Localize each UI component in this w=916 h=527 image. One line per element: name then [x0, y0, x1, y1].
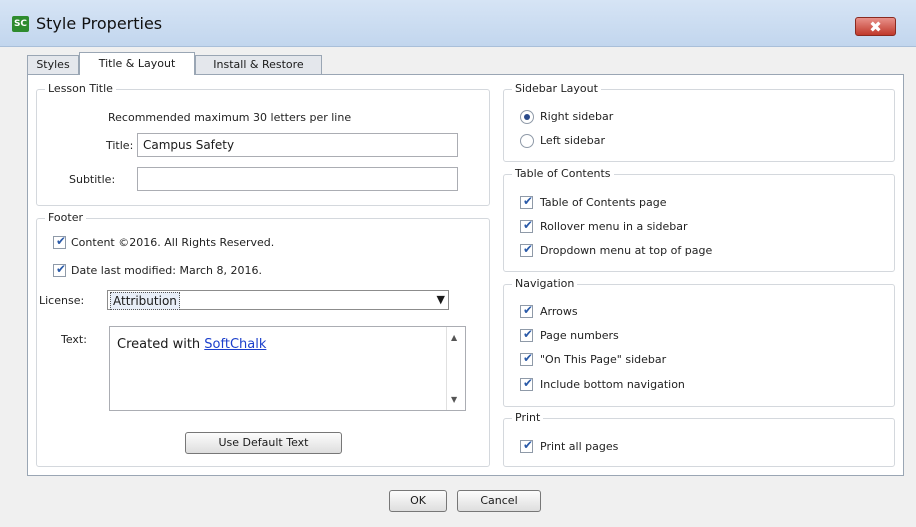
checkmark-icon: ✔ — [523, 327, 534, 341]
arrows-label: Arrows — [540, 305, 578, 318]
use-default-text-button[interactable]: Use Default Text — [185, 432, 342, 454]
style-properties-dialog: SC Style Properties ✖ Styles Title & Lay… — [0, 0, 916, 527]
license-selected-value: Attribution — [110, 292, 180, 310]
checkmark-icon: ✔ — [523, 438, 534, 452]
print-group: Print ✔ Print all pages — [503, 411, 895, 467]
content-copyright-checkbox[interactable]: ✔ — [53, 234, 67, 249]
dropdown-menu-checkbox[interactable]: ✔ — [520, 242, 534, 257]
navigation-legend: Navigation — [512, 277, 578, 290]
bottom-navigation-label: Include bottom navigation — [540, 378, 685, 391]
title-bar: SC Style Properties ✖ — [0, 0, 916, 47]
toc-page-label: Table of Contents page — [540, 196, 667, 209]
scroll-down-icon[interactable]: ▼ — [451, 395, 457, 404]
right-sidebar-radio[interactable] — [520, 110, 534, 124]
footer-text-content: Created with SoftChalk — [117, 337, 266, 352]
footer-text-prefix: Created with — [117, 337, 205, 352]
subtitle-label: Subtitle: — [69, 173, 116, 186]
license-label: License: — [39, 294, 85, 307]
lesson-title-hint: Recommended maximum 30 letters per line — [108, 111, 352, 124]
tab-panel-title-layout: Lesson Title Recommended maximum 30 lett… — [27, 74, 904, 476]
checkmark-icon: ✔ — [56, 262, 67, 276]
checkmark-icon: ✔ — [523, 376, 534, 390]
checkmark-icon: ✔ — [523, 218, 534, 232]
ok-button[interactable]: OK — [389, 490, 447, 512]
bottom-navigation-checkbox[interactable]: ✔ — [520, 376, 534, 391]
chevron-down-icon: ▼ — [436, 293, 445, 306]
close-button[interactable]: ✖ — [855, 17, 896, 36]
title-input[interactable]: Campus Safety — [137, 133, 458, 157]
toc-legend: Table of Contents — [512, 167, 614, 180]
footer-group: Footer ✔ Content ©2016. All Rights Reser… — [36, 211, 490, 467]
dropdown-menu-label: Dropdown menu at top of page — [540, 244, 713, 257]
checkmark-icon: ✔ — [523, 303, 534, 317]
softchalk-link[interactable]: SoftChalk — [204, 337, 266, 352]
footer-text-scrollbar[interactable]: ▲ ▼ — [446, 327, 465, 410]
table-of-contents-group: Table of Contents ✔ Table of Contents pa… — [503, 167, 895, 272]
left-sidebar-radio[interactable] — [520, 134, 534, 148]
sidebar-layout-group: Sidebar Layout Right sidebar Left sideba… — [503, 82, 895, 162]
tab-styles[interactable]: Styles — [27, 55, 79, 74]
checkmark-icon: ✔ — [523, 242, 534, 256]
tab-install-restore[interactable]: Install & Restore — [195, 55, 322, 74]
license-select[interactable]: Attribution ▼ — [107, 290, 449, 310]
print-legend: Print — [512, 411, 544, 424]
lesson-title-legend: Lesson Title — [45, 82, 116, 95]
sidebar-layout-legend: Sidebar Layout — [512, 82, 601, 95]
navigation-group: Navigation ✔ Arrows ✔ Page numbers ✔ "On… — [503, 277, 895, 407]
toc-page-checkbox[interactable]: ✔ — [520, 194, 534, 209]
print-all-pages-label: Print all pages — [540, 440, 619, 453]
on-this-page-label: "On This Page" sidebar — [540, 353, 667, 366]
right-sidebar-label: Right sidebar — [540, 110, 614, 123]
print-all-pages-checkbox[interactable]: ✔ — [520, 438, 534, 453]
title-label: Title: — [106, 139, 134, 152]
left-sidebar-label: Left sidebar — [540, 134, 605, 147]
footer-text-area[interactable]: Created with SoftChalk ▲ ▼ — [109, 326, 466, 411]
rollover-menu-label: Rollover menu in a sidebar — [540, 220, 688, 233]
subtitle-input[interactable] — [137, 167, 458, 191]
checkmark-icon: ✔ — [523, 194, 534, 208]
tab-title-layout[interactable]: Title & Layout — [79, 52, 195, 75]
lesson-title-group: Lesson Title Recommended maximum 30 lett… — [36, 82, 490, 206]
footer-legend: Footer — [45, 211, 86, 224]
checkmark-icon: ✔ — [523, 351, 534, 365]
window-title: Style Properties — [36, 14, 163, 33]
scroll-up-icon[interactable]: ▲ — [451, 333, 457, 342]
arrows-checkbox[interactable]: ✔ — [520, 303, 534, 318]
content-copyright-label: Content ©2016. All Rights Reserved. — [71, 236, 275, 249]
page-numbers-label: Page numbers — [540, 329, 619, 342]
rollover-menu-checkbox[interactable]: ✔ — [520, 218, 534, 233]
date-modified-label: Date last modified: March 8, 2016. — [71, 264, 263, 277]
page-numbers-checkbox[interactable]: ✔ — [520, 327, 534, 342]
softchalk-app-icon: SC — [12, 16, 29, 32]
checkmark-icon: ✔ — [56, 234, 67, 248]
cancel-button[interactable]: Cancel — [457, 490, 541, 512]
on-this-page-checkbox[interactable]: ✔ — [520, 351, 534, 366]
date-modified-checkbox[interactable]: ✔ — [53, 262, 67, 277]
footer-text-label: Text: — [61, 333, 87, 346]
